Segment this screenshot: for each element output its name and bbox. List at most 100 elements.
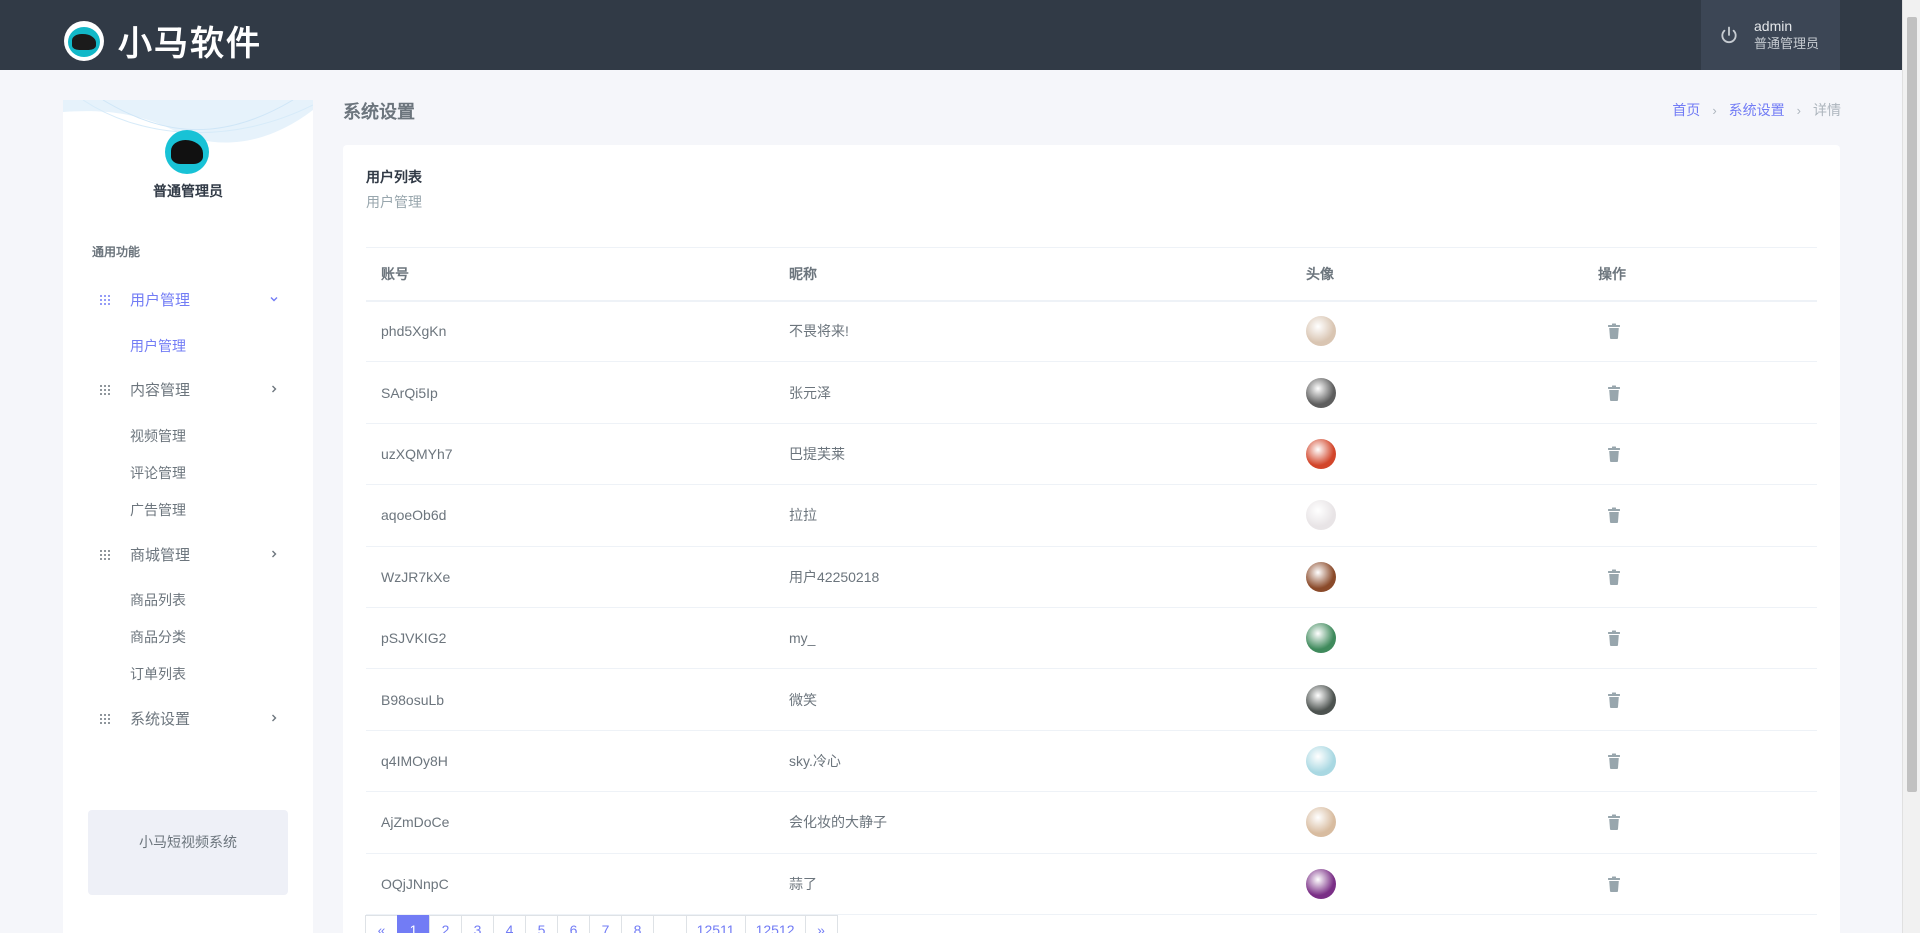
page-1-button[interactable]: 1 — [397, 915, 430, 933]
sidebar-subitem-user-management[interactable]: 用户管理 — [130, 336, 186, 356]
trash-icon[interactable] — [1607, 876, 1621, 892]
sidebar-subitem-product-list[interactable]: 商品列表 — [130, 590, 186, 610]
nickname-cell: 张元泽 — [774, 361, 1291, 424]
page-2-button[interactable]: 2 — [429, 915, 462, 933]
actions-cell — [1583, 791, 1817, 854]
grid-icon — [100, 295, 110, 305]
page-4-button[interactable]: 4 — [493, 915, 526, 933]
page-6-button[interactable]: 6 — [557, 915, 590, 933]
table-row: AjZmDoCe 会化妆的大静子 — [366, 791, 1817, 854]
account-cell: SArQi5Ip — [366, 361, 774, 424]
trash-icon[interactable] — [1607, 507, 1621, 524]
next-page-button[interactable]: » — [804, 915, 838, 933]
chevron-right-icon — [272, 550, 277, 558]
nickname-cell: 巴提芙莱 — [774, 423, 1291, 486]
actions-cell — [1583, 853, 1817, 915]
page-3-button[interactable]: 3 — [461, 915, 494, 933]
sidebar-item-content-management[interactable]: 内容管理 — [63, 374, 313, 404]
sidebar-subitem-ad-management[interactable]: 广告管理 — [130, 500, 186, 520]
sidebar-subitem-product-category[interactable]: 商品分类 — [130, 627, 186, 647]
nickname-cell: 拉拉 — [774, 484, 1291, 547]
grid-icon — [100, 385, 110, 395]
avatar-cell — [1291, 607, 1583, 670]
avatar[interactable] — [1306, 316, 1336, 347]
top-navbar: 小马软件 admin 普通管理员 — [0, 0, 1902, 70]
actions-cell — [1583, 423, 1817, 486]
chevron-right-icon — [272, 714, 277, 722]
avatar-cell — [1291, 423, 1583, 486]
trash-icon[interactable] — [1607, 446, 1621, 462]
grid-icon — [100, 714, 110, 724]
actions-cell — [1583, 361, 1817, 424]
sidebar-item-system-settings[interactable]: 系统设置 — [63, 703, 313, 733]
username: admin — [1754, 18, 1793, 34]
trash-icon[interactable] — [1607, 814, 1621, 831]
trash-icon[interactable] — [1607, 753, 1621, 769]
user-role: 普通管理员 — [1754, 36, 1820, 51]
page-7-button[interactable]: 7 — [589, 915, 622, 933]
nickname-cell: sky.冷心 — [774, 730, 1291, 793]
avatar[interactable] — [1306, 500, 1336, 531]
actions-cell — [1583, 668, 1817, 731]
grid-icon — [100, 550, 110, 560]
breadcrumb-current: 详情 — [1813, 102, 1841, 118]
users-table: 账号 昵称 头像 操作 phd5XgKn 不畏将来! SArQi5Ip 张元泽 uzXQ… — [366, 247, 1817, 915]
table-row: aqoeOb6d 拉拉 — [366, 484, 1817, 547]
nickname-cell: 会化妆的大静子 — [774, 791, 1291, 854]
trash-icon[interactable] — [1607, 323, 1621, 340]
sidebar-item-label: 商城管理 — [130, 546, 191, 564]
trash-icon[interactable] — [1607, 385, 1621, 401]
actions-cell — [1583, 607, 1817, 670]
avatar[interactable] — [1306, 868, 1336, 899]
sidebar-item-label: 用户管理 — [130, 291, 191, 309]
page-12512-button[interactable]: 12512 — [744, 915, 806, 933]
table-row: B98osuLb 微笑 — [366, 668, 1817, 731]
account-cell: OQjJNnpC — [366, 853, 774, 915]
breadcrumb-separator-icon: › — [1712, 102, 1717, 118]
sidebar-item-label: 内容管理 — [130, 381, 191, 399]
scrollbar-thumb[interactable] — [1907, 17, 1917, 792]
trash-icon[interactable] — [1607, 692, 1621, 708]
sidebar-subitem-comment-management[interactable]: 评论管理 — [130, 463, 186, 483]
avatar[interactable] — [1306, 438, 1336, 469]
avatar[interactable] — [1306, 745, 1336, 776]
breadcrumb-settings-link[interactable]: 系统设置 — [1729, 100, 1785, 120]
trash-icon[interactable] — [1607, 569, 1621, 585]
avatar[interactable] — [1306, 561, 1336, 592]
table-row: pSJVKIG2 my_ — [366, 607, 1817, 670]
account-cell: q4IMOy8H — [366, 730, 774, 793]
nickname-cell: 不畏将来! — [774, 300, 1291, 363]
avatar[interactable] — [1306, 807, 1336, 838]
avatar-cell — [1291, 730, 1583, 793]
sidebar-section-title: 通用功能 — [92, 245, 141, 259]
avatar[interactable] — [165, 130, 209, 174]
avatar[interactable] — [1306, 684, 1336, 715]
page-12511-button[interactable]: 12511 — [685, 915, 746, 933]
card-subtitle: 用户管理 — [366, 194, 422, 210]
avatar-cell — [1291, 546, 1583, 608]
column-header-actions: 操作 — [1583, 247, 1817, 302]
prev-page-button[interactable]: « — [365, 915, 398, 933]
actions-cell — [1583, 484, 1817, 547]
table-row: uzXQMYh7 巴提芙莱 — [366, 423, 1817, 486]
page-8-button[interactable]: 8 — [621, 915, 654, 933]
trash-icon[interactable] — [1607, 630, 1621, 647]
nickname-cell: 用户42250218 — [774, 546, 1291, 608]
sidebar-item-user-management[interactable]: 用户管理 — [63, 284, 313, 314]
sidebar-subitem-video-management[interactable]: 视频管理 — [130, 426, 186, 446]
sidebar-role: 普通管理员 — [153, 183, 223, 199]
brand[interactable]: 小马软件 — [64, 16, 262, 65]
avatar[interactable] — [1306, 377, 1336, 408]
user-menu[interactable]: admin 普通管理员 — [1701, 0, 1840, 70]
horse-logo-icon — [64, 20, 104, 61]
avatar[interactable] — [1306, 623, 1336, 654]
vertical-scrollbar[interactable] — [1902, 0, 1920, 933]
avatar-cell — [1291, 300, 1583, 363]
breadcrumb-home-link[interactable]: 首页 — [1672, 100, 1700, 120]
page-5-button[interactable]: 5 — [525, 915, 558, 933]
sidebar-subitem-order-list[interactable]: 订单列表 — [130, 664, 186, 684]
nickname-cell: my_ — [774, 607, 1291, 670]
avatar-cell — [1291, 361, 1583, 424]
sidebar-footer-card: 小马短视频系统 — [88, 810, 288, 895]
sidebar-item-shop-management[interactable]: 商城管理 — [63, 539, 313, 569]
